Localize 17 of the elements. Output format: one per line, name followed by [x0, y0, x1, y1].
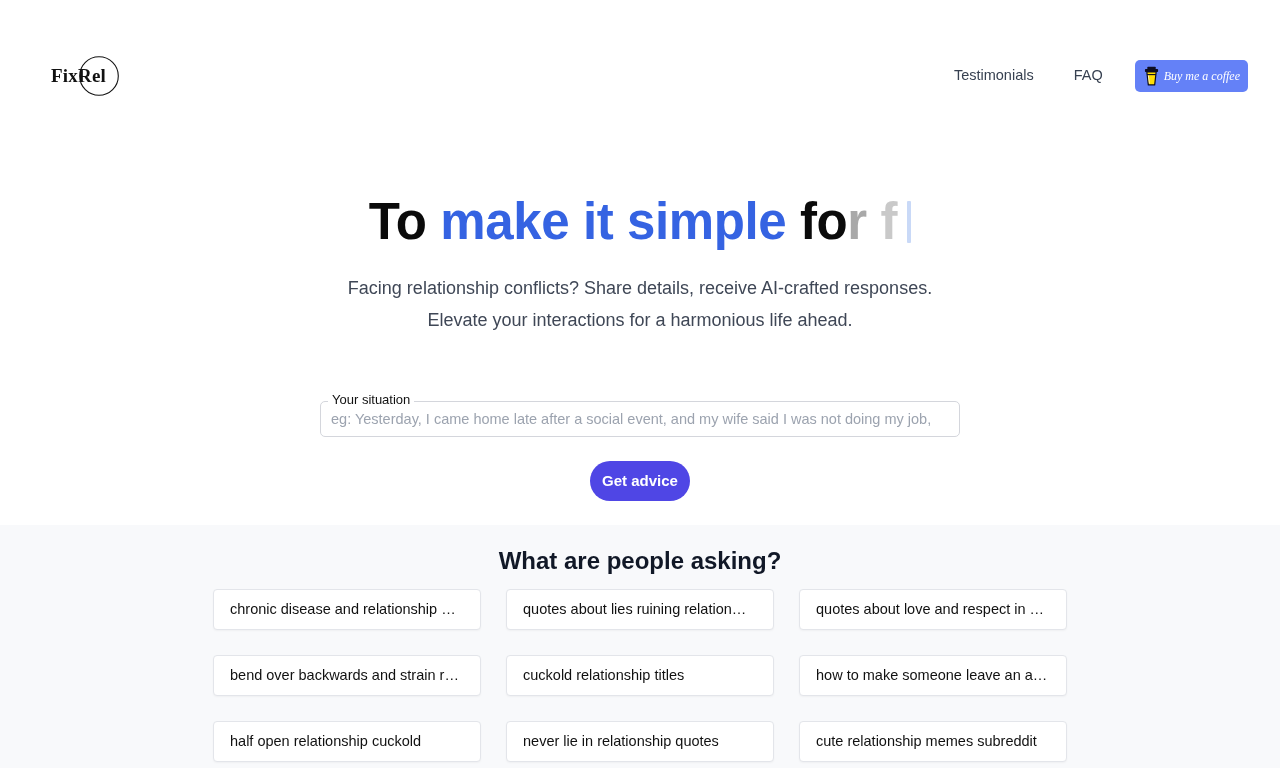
question-card[interactable]: cuckold relationship titles: [506, 655, 774, 696]
subtitle-text: Facing relationship conflicts? Share details, receive AI-crafted responses.: [346, 277, 934, 300]
subtitle-text: Elevate your interactions for a harmonious life ahead.: [426, 309, 854, 332]
question-card[interactable]: bend over backwards and strain r…: [213, 655, 481, 696]
text-cursor-icon: [907, 201, 912, 243]
question-card[interactable]: how to make someone leave an a…: [799, 655, 1067, 696]
question-card[interactable]: quotes about lies ruining relation…: [506, 589, 774, 630]
section-heading: What are people asking?: [497, 546, 783, 576]
question-card[interactable]: half open relationship cuckold: [213, 721, 481, 762]
coffee-cup-icon: [1143, 66, 1159, 86]
question-card[interactable]: never lie in relationship quotes: [506, 721, 774, 762]
question-card[interactable]: quotes about love and respect in …: [799, 589, 1067, 630]
question-card[interactable]: chronic disease and relationship …: [213, 589, 481, 630]
nav-link[interactable]: Testimonials: [953, 65, 1034, 87]
question-card[interactable]: cute relationship memes subreddit: [799, 721, 1067, 762]
get-advice-button[interactable]: Get advice: [590, 461, 690, 501]
nav-link[interactable]: FAQ: [1073, 65, 1103, 87]
